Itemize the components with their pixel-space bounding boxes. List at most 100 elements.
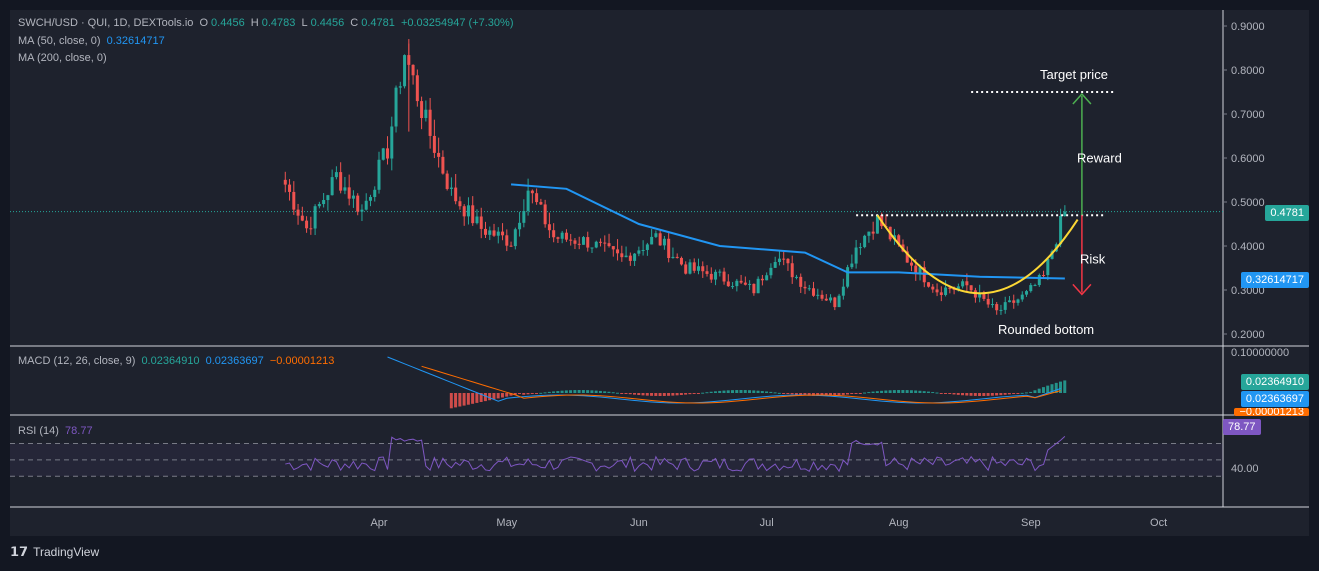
candle-body	[296, 209, 300, 216]
candle-body	[403, 55, 407, 87]
candle-body	[492, 230, 496, 236]
macd-bar	[633, 393, 636, 395]
candle-body	[628, 255, 632, 261]
macd-bar	[1012, 393, 1016, 394]
candle-body	[812, 288, 816, 296]
macd-bar	[782, 393, 786, 394]
candle-body	[671, 256, 675, 259]
macd-bar	[986, 393, 990, 396]
date-tick-label: Aug	[889, 517, 909, 529]
macd-bar	[462, 393, 466, 406]
macd-bar	[543, 392, 547, 394]
candle-body	[1025, 291, 1029, 295]
macd-bar	[684, 393, 688, 395]
macd-label: MACD (12, 26, close, 9)	[18, 355, 136, 367]
candle-body	[484, 228, 487, 235]
candle-body	[667, 238, 671, 259]
candle-body	[322, 200, 326, 205]
candle-body	[530, 190, 534, 194]
low-label: L	[301, 17, 308, 29]
candle-body	[518, 222, 522, 230]
ma50-legend[interactable]: MA (50, close, 0) 0.32614717	[18, 35, 168, 47]
candle-body	[658, 233, 662, 246]
macd-bar	[948, 393, 952, 395]
candle-body	[846, 267, 850, 287]
macd-bar	[556, 391, 560, 393]
candle-body	[347, 187, 351, 199]
macd-bar	[969, 393, 973, 396]
candle-body	[910, 262, 913, 266]
macd-bar	[500, 393, 504, 398]
macd-bar	[483, 393, 487, 402]
candle-body	[1042, 274, 1046, 276]
candle-body	[292, 191, 296, 210]
candle-body	[386, 148, 390, 159]
candle-body	[394, 87, 398, 127]
macd-bar	[607, 391, 611, 393]
macd-bar	[765, 391, 769, 393]
candle-body	[420, 101, 424, 119]
macd-bar	[594, 390, 598, 393]
rsi-tag: 78.77	[1223, 419, 1261, 435]
rsi-legend[interactable]: RSI (14) 78.77	[18, 425, 96, 437]
candles-group	[283, 39, 1067, 315]
candle-body	[726, 281, 730, 287]
macd-bar	[897, 390, 901, 393]
candle-body	[637, 250, 641, 254]
macd-bar	[667, 393, 671, 396]
price-tick-label: 0.6000	[1231, 153, 1265, 165]
candle-body	[356, 195, 360, 212]
candle-body	[633, 253, 637, 261]
candle-body	[675, 256, 679, 258]
macd-bar	[918, 390, 922, 393]
candle-body	[803, 286, 807, 289]
chart-canvas[interactable]: 0.90000.80000.70000.60000.50000.40000.30…	[10, 10, 1309, 536]
candle-body	[641, 249, 645, 251]
price-tick-label: 0.8000	[1231, 65, 1265, 77]
macd-bar	[658, 393, 662, 396]
macd-bar	[671, 393, 675, 396]
branding[interactable]: 𝟭𝟳 TradingView	[10, 544, 99, 560]
candle-body	[748, 283, 752, 285]
candle-body	[526, 190, 530, 211]
macd-bar	[573, 390, 577, 393]
macd-bar	[662, 393, 666, 396]
close-label: C	[350, 17, 359, 29]
candle-body	[437, 152, 441, 157]
macd-bar	[471, 393, 475, 404]
macd-bar	[637, 393, 641, 396]
macd-bar	[603, 391, 607, 393]
date-tick-label: Jul	[760, 517, 774, 529]
macd-legend[interactable]: MACD (12, 26, close, 9) 0.02364910 0.023…	[18, 355, 337, 367]
macd-bar	[696, 393, 700, 394]
macd-bar	[952, 393, 956, 395]
ma200-legend[interactable]: MA (200, close, 0)	[18, 52, 110, 64]
candle-body	[718, 271, 722, 273]
ma200-label: MA (200, close, 0)	[18, 52, 107, 64]
macd-bar	[973, 393, 977, 396]
ma50-price-tag: 0.32614717	[1240, 272, 1309, 288]
macd-bar	[517, 393, 521, 394]
macd-bar	[722, 390, 726, 393]
macd-bar	[522, 393, 526, 395]
chart-frame[interactable]: 0.9000 0.8000 0.7000 0.6000 0.5000 0.4000 0.30…	[10, 10, 1309, 536]
price-tick-label: 0.4000	[1231, 241, 1265, 253]
price-tick-label: 0.7000	[1231, 109, 1265, 121]
histogram-tag: −0.00001213	[1234, 408, 1309, 416]
candle-body	[773, 262, 777, 268]
macd-bar	[943, 393, 947, 394]
candle-body	[458, 201, 462, 207]
candle-body	[300, 215, 304, 221]
tradingview-logo-icon: 𝟭𝟳	[10, 544, 29, 559]
candle-body	[513, 229, 517, 247]
candle-body	[931, 286, 935, 290]
candle-body	[701, 266, 705, 272]
macd-bar	[1016, 393, 1020, 394]
histogram-value: −0.00001213	[269, 355, 335, 367]
macd-bar	[1020, 392, 1024, 394]
macd-bar	[496, 393, 500, 399]
macd-bar	[1041, 387, 1045, 393]
candle-body	[760, 278, 764, 281]
macd-bar	[1033, 390, 1037, 393]
macd-bar	[726, 390, 730, 393]
